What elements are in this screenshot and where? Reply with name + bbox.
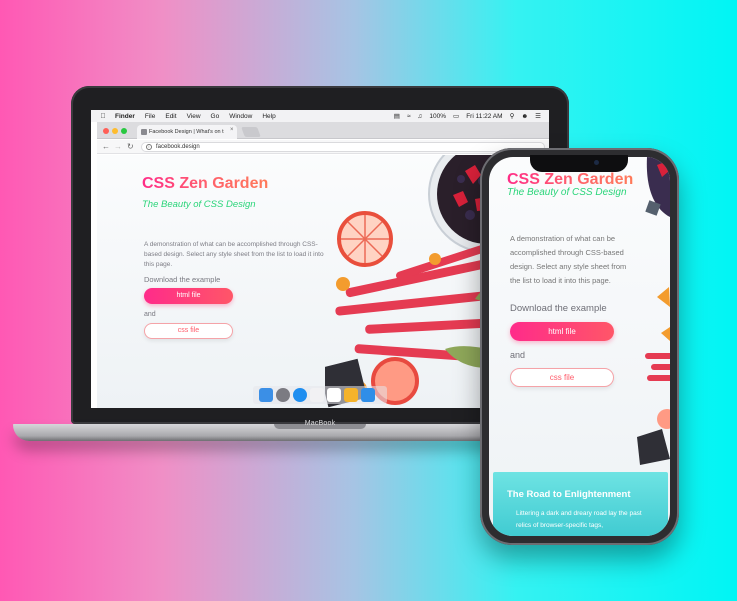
macbook-label: MacBook [304, 420, 336, 427]
and-label: and [144, 311, 156, 318]
volume-icon[interactable]: ♫ [418, 113, 423, 120]
wifi-icon[interactable]: ≈ [407, 113, 411, 120]
menu-view[interactable]: View [187, 113, 201, 120]
phone-and-label: and [510, 350, 526, 360]
user-icon[interactable]: ☻ [521, 113, 528, 120]
phone-download-label: Download the example [510, 303, 607, 314]
address-bar[interactable]: i facebook.design [141, 142, 545, 152]
battery-icon: ▭ [453, 113, 460, 120]
spotlight-search-icon[interactable]: ⚲ [510, 112, 515, 120]
display-icon[interactable]: ▤ [394, 112, 400, 120]
phone-screen: CSS Zen Garden The Beauty of CSS Design … [489, 157, 670, 536]
menu-window[interactable]: Window [229, 113, 252, 120]
list-menu-icon[interactable]: ☰ [535, 112, 541, 120]
section-title: The Road to Enlightenment [507, 489, 631, 500]
page-description: A demonstration of what can be accomplis… [144, 241, 324, 268]
macos-menubar:  Finder File Edit View Go Window Help ▤… [91, 110, 549, 122]
messages-icon[interactable] [310, 388, 324, 402]
menu-file[interactable]: File [145, 113, 155, 120]
phone-css-file-button[interactable]: css file [510, 368, 614, 387]
front-camera-icon [594, 160, 599, 165]
back-arrow-icon[interactable]: ← [102, 142, 110, 151]
phone-notch [530, 155, 628, 172]
tab-title: Facebook Design | What's on t [149, 129, 224, 135]
html-file-button[interactable]: html file [144, 288, 233, 304]
phone-fruit-image [637, 157, 670, 465]
menu-edit[interactable]: Edit [165, 113, 176, 120]
tab-close-icon[interactable]: × [230, 127, 234, 133]
browser-tab[interactable]: Facebook Design | What's on t [137, 125, 237, 139]
page-subtitle: The Beauty of CSS Design [142, 199, 256, 210]
menu-go[interactable]: Go [211, 113, 220, 120]
battery-percent[interactable]: 100% [429, 113, 446, 120]
reload-icon[interactable]: ↻ [127, 142, 134, 151]
section-text: Littering a dark and dreary road lay the… [516, 510, 642, 529]
macos-dock [253, 386, 387, 404]
browser-tabbar: Facebook Design | What's on t × [97, 122, 549, 139]
forward-arrow-icon[interactable]: → [114, 142, 122, 151]
calendar-icon[interactable] [327, 388, 341, 402]
apple-menu-icon[interactable]:  [99, 113, 107, 120]
clock[interactable]: Fri 11:22 AM [466, 113, 502, 120]
close-window-icon[interactable] [103, 128, 109, 134]
menu-help[interactable]: Help [262, 113, 275, 120]
sketch-icon[interactable] [344, 388, 358, 402]
css-file-button[interactable]: css file [144, 323, 233, 339]
favicon-icon [141, 129, 147, 135]
new-tab-button[interactable] [241, 127, 261, 137]
phone-page-subtitle: The Beauty of CSS Design [507, 187, 627, 198]
browser-toolbar: ← → ↻ i facebook.design [97, 140, 549, 154]
zoom-window-icon[interactable] [121, 128, 127, 134]
app-store-icon[interactable] [361, 388, 375, 402]
phone-html-file-button[interactable]: html file [510, 322, 614, 341]
download-label: Download the example [144, 275, 221, 284]
finder-icon[interactable] [259, 388, 273, 402]
url-text: facebook.design [156, 144, 200, 150]
menu-finder[interactable]: Finder [115, 113, 135, 120]
info-icon[interactable]: i [146, 144, 152, 150]
page-title: CSS Zen Garden [142, 175, 269, 192]
launchpad-icon[interactable] [276, 388, 290, 402]
minimize-window-icon[interactable] [112, 128, 118, 134]
menubar-status: ▤ ≈ ♫ 100% ▭ Fri 11:22 AM ⚲ ☻ ☰ [394, 110, 541, 122]
safari-icon[interactable] [293, 388, 307, 402]
